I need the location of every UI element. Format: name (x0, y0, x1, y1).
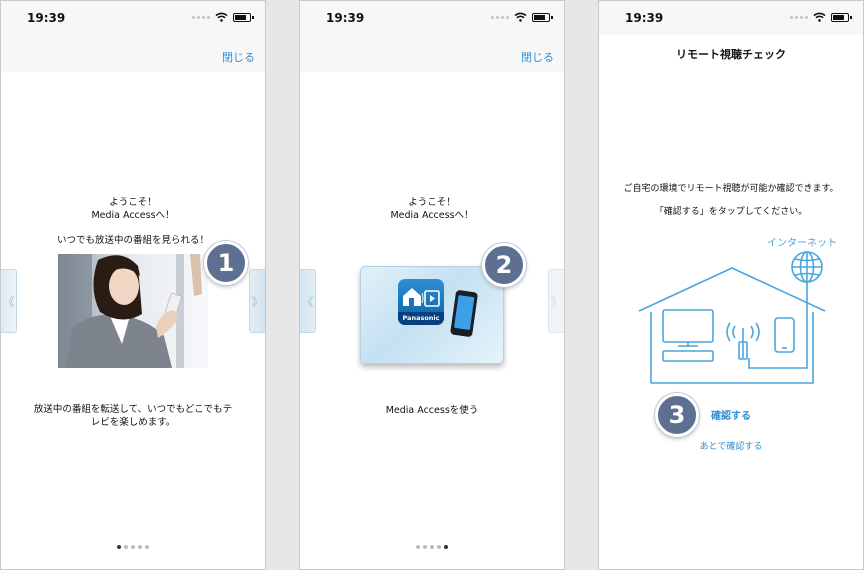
remote-check-screen: 19:39 リモート視聴チェック ご自宅の環境でリモート視聴が可能か確認できます… (598, 0, 864, 570)
page-dot (145, 545, 149, 549)
globe-icon (791, 251, 823, 283)
battery-icon (532, 12, 553, 22)
house-icon (638, 267, 826, 384)
check-later-link[interactable]: あとで確認する (599, 439, 863, 452)
description-line2: レビを楽しめます。 (90, 417, 176, 428)
page-indicator[interactable] (300, 545, 564, 549)
onboarding-photo (58, 254, 208, 368)
welcome-text-line1: ようこそ！ (408, 197, 456, 208)
welcome-text-line2: Media Accessへ！ (91, 210, 175, 221)
status-time: 19:39 (27, 11, 66, 25)
smartphone-icon (774, 317, 795, 353)
chevron-right-icon: 》 (251, 294, 264, 309)
recorder-icon (662, 350, 714, 362)
chevron-left-icon: 《 (2, 294, 15, 309)
nav-bar: 閉じる (300, 35, 564, 72)
app-icon-label: Panasonic (398, 312, 444, 325)
step-badge-2: 2 (482, 243, 526, 287)
signal-icon (491, 15, 509, 19)
wifi-icon (514, 12, 527, 22)
status-time: 19:39 (625, 11, 664, 25)
page-dot (416, 545, 420, 549)
media-access-app-icon: Panasonic (398, 279, 444, 325)
launch-app-text[interactable]: Media Accessを使う (300, 404, 564, 417)
page-dot (124, 545, 128, 549)
chevron-right-icon: 》 (550, 294, 563, 309)
page-dot (138, 545, 142, 549)
signal-icon (192, 15, 210, 19)
page-dot (444, 545, 448, 549)
welcome-text-line2: Media Accessへ！ (390, 210, 474, 221)
battery-icon (831, 12, 852, 22)
confirm-button[interactable]: 確認する (599, 407, 863, 422)
next-page-button[interactable]: 》 (249, 269, 265, 333)
page-dot (430, 545, 434, 549)
page-dot (131, 545, 135, 549)
page-dot (423, 545, 427, 549)
chevron-left-icon: 《 (301, 294, 314, 309)
close-button[interactable]: 閉じる (222, 49, 255, 65)
signal-icon (790, 15, 808, 19)
battery-icon (233, 12, 254, 22)
status-bar: 19:39 (599, 1, 863, 35)
page-dot (117, 545, 121, 549)
router-icon (726, 322, 760, 360)
description-line1: 放送中の番組を転送して、いつでもどこでもテ (33, 404, 233, 415)
launch-app-card[interactable]: Panasonic (360, 266, 504, 364)
onboarding-screen-1: 19:39 閉じる ようこそ！ Media Accessへ！ いつでも放送中の番… (0, 0, 266, 570)
page-dot (437, 545, 441, 549)
smartphone-icon (450, 290, 478, 337)
nav-bar: リモート視聴チェック (599, 35, 863, 72)
prev-page-button[interactable]: 《 (1, 269, 17, 333)
step-badge-1: 1 (204, 241, 248, 285)
status-time: 19:39 (326, 11, 365, 25)
home-network-diagram (638, 251, 826, 384)
prev-page-button[interactable]: 《 (300, 269, 316, 333)
wifi-icon (215, 12, 228, 22)
close-button[interactable]: 閉じる (521, 49, 554, 65)
instruction-line1: ご自宅の環境でリモート視聴が可能か確認できます。 (623, 184, 839, 194)
next-page-button[interactable]: 》 (548, 269, 564, 333)
tv-icon (662, 309, 714, 347)
page-title: リモート視聴チェック (676, 48, 786, 61)
nav-bar: 閉じる (1, 35, 265, 72)
wifi-icon (813, 12, 826, 22)
status-bar: 19:39 (300, 1, 564, 35)
status-bar: 19:39 (1, 1, 265, 35)
welcome-text-line1: ようこそ！ (109, 197, 157, 208)
page-indicator[interactable] (1, 545, 265, 549)
instruction-line2: 「確認する」をタップしてください。 (654, 207, 808, 217)
onboarding-screen-2: 19:39 閉じる ようこそ！ Media Accessへ！ 《 》 Panas… (299, 0, 565, 570)
